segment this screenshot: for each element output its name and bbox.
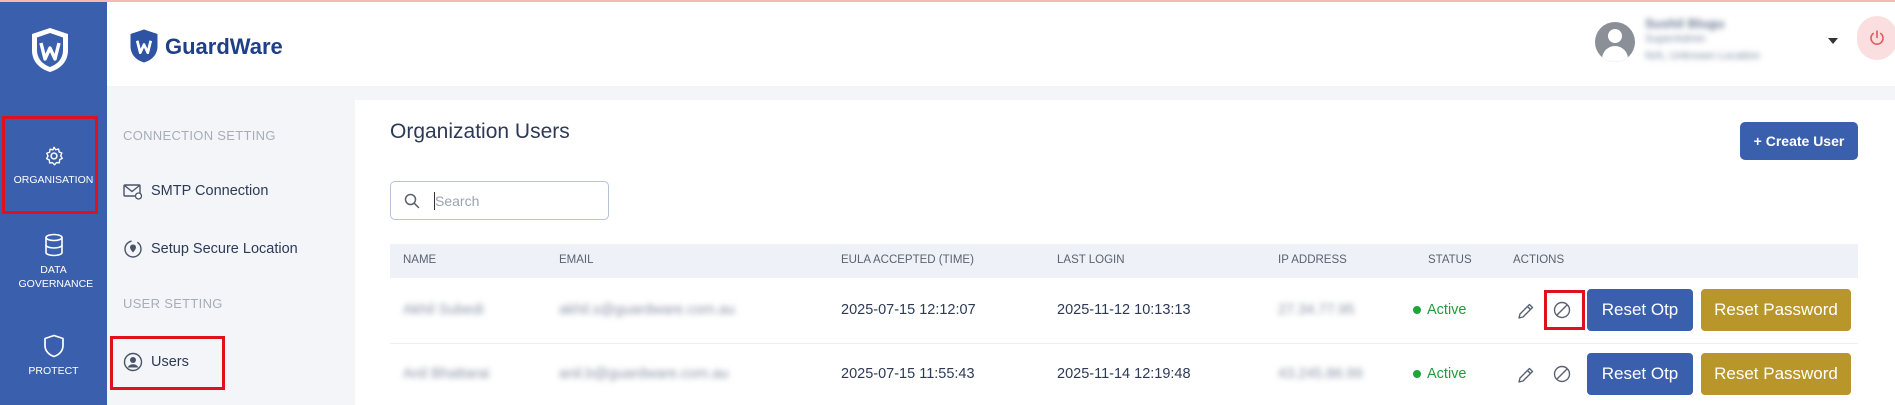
power-icon [1870,30,1884,45]
highlight-box-block-action [1544,290,1585,330]
rail-item-data-governance[interactable]: DATA GOVERNANCE [0,233,107,291]
section-title-user: USER SETTING [123,296,223,311]
chevron-down-icon[interactable] [1828,38,1838,44]
cell-last-login: 2025-11-12 10:13:13 [1057,302,1191,318]
brand-name: GuardWare [165,34,283,59]
block-icon[interactable] [1552,364,1572,384]
cell-name: Akhil Subedi [403,302,484,318]
sidebar-item-smtp-connection[interactable]: SMTP Connection [123,182,268,200]
rail-item-label: DATA GOVERNANCE [18,264,94,290]
user-location: N/A, Unknown Location [1645,50,1760,62]
rail-item-label: PROTECT [28,365,79,377]
sidebar-item-setup-secure-location[interactable]: Setup Secure Location [123,239,298,259]
reset-password-button[interactable]: Reset Password [1701,289,1851,331]
sidebar-item-label: SMTP Connection [151,183,269,199]
status-badge: Active [1413,366,1467,382]
edit-pencil-icon[interactable] [1516,301,1536,321]
section-title-connection: CONNECTION SETTING [123,128,276,143]
row-divider [390,343,1858,344]
search-icon [404,193,420,209]
column-header-status: STATUS [1428,254,1472,266]
cell-eula: 2025-07-15 12:12:07 [841,302,976,318]
edit-pencil-icon[interactable] [1516,365,1536,385]
user-name: Sushil Blugu [1645,16,1725,31]
guardware-shield-icon [130,29,158,63]
search-input[interactable] [435,191,595,211]
cell-email: anil.b@guardware.com.au [559,366,729,382]
cell-name: Anil Bhattarai [403,366,490,382]
create-user-button[interactable]: + Create User [1740,122,1858,160]
rail-item-protect[interactable]: PROTECT [0,334,107,378]
mail-settings-icon [123,184,143,200]
user-role: SuperAdmin [1645,33,1706,45]
cell-email: akhil.s@guardware.com.au [559,302,735,318]
shield-icon [43,334,64,358]
reset-password-button[interactable]: Reset Password [1701,353,1851,395]
cell-ip: 27.34.77.95 [1278,302,1355,318]
status-dot [1413,306,1421,314]
status-label: Active [1427,302,1467,318]
column-header-ip: IP ADDRESS [1278,254,1347,266]
sidebar-item-label: Setup Secure Location [151,241,298,257]
status-label: Active [1427,366,1467,382]
column-header-eula: EULA ACCEPTED (TIME) [841,254,974,266]
column-header-name: NAME [403,254,437,266]
cell-last-login: 2025-11-14 12:19:48 [1057,366,1191,382]
column-header-actions: ACTIONS [1513,254,1565,266]
avatar-icon[interactable] [1595,22,1635,62]
column-header-email: EMAIL [559,254,594,266]
location-sync-icon [124,240,142,258]
reset-otp-button[interactable]: Reset Otp [1587,289,1693,331]
highlight-box-organisation [2,116,98,214]
guardware-logo-icon[interactable] [28,26,72,74]
cell-ip: 43.245.86.99 [1278,366,1363,382]
page-title: Organization Users [390,120,570,143]
status-dot [1413,370,1421,378]
logout-button[interactable] [1857,16,1895,60]
status-badge: Active [1413,302,1467,318]
database-icon [44,233,63,257]
cell-eula: 2025-07-15 11:55:43 [841,366,975,382]
highlight-box-users [110,336,225,390]
search-box [390,181,609,220]
reset-otp-button[interactable]: Reset Otp [1587,353,1693,395]
text-cursor [434,192,435,210]
brand-header: GuardWare [107,2,345,86]
column-header-last-login: LAST LOGIN [1057,254,1125,266]
